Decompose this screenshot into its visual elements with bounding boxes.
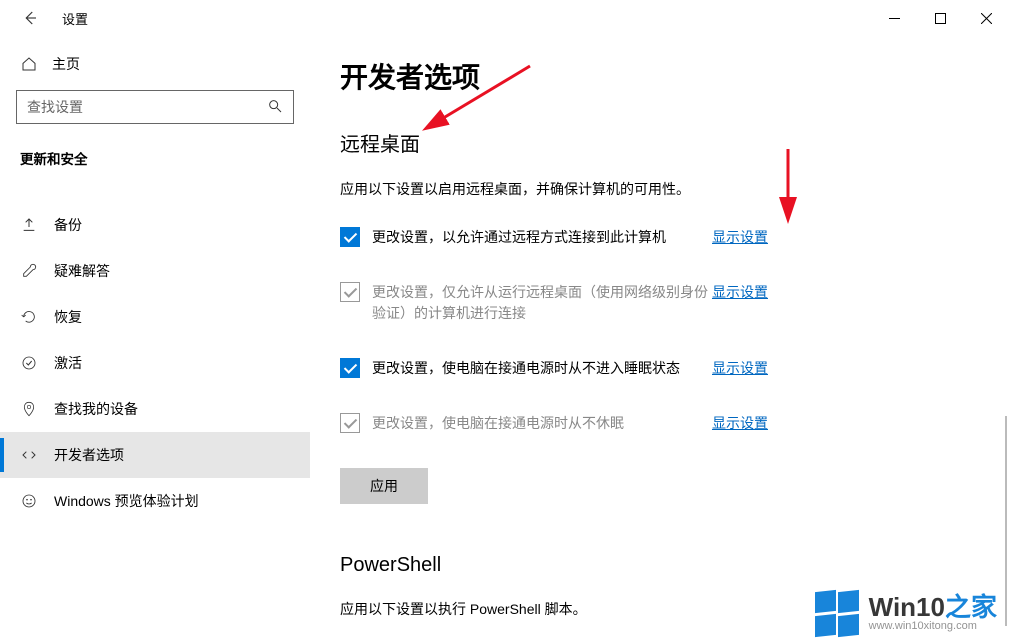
- sidebar-item-label: 激活: [54, 353, 82, 373]
- insider-icon: [20, 492, 38, 510]
- search-input[interactable]: 查找设置: [16, 90, 294, 124]
- findmydevice-icon: [20, 400, 38, 418]
- sidebar-item-label: 疑难解答: [54, 261, 110, 281]
- sidebar-item-label: 开发者选项: [54, 445, 124, 465]
- back-button[interactable]: [10, 0, 50, 36]
- checkbox-no-hibernate: [340, 413, 360, 433]
- main-content: 开发者选项 远程桌面 应用以下设置以启用远程桌面，并确保计算机的可用性。 更改设…: [310, 36, 1009, 641]
- watermark-logo: [815, 591, 859, 635]
- setting-no-sleep: 更改设置，使电脑在接通电源时从不进入睡眠状态 显示设置: [340, 358, 969, 379]
- setting-text: 更改设置，使电脑在接通电源时从不休眠: [372, 413, 712, 434]
- search-icon: [267, 98, 283, 117]
- sidebar-item-label: 备份: [54, 215, 82, 235]
- sidebar-item-label: Windows 预览体验计划: [54, 491, 199, 511]
- watermark-brand: Win10之家: [869, 594, 997, 620]
- setting-no-hibernate: 更改设置，使电脑在接通电源时从不休眠 显示设置: [340, 413, 969, 434]
- sidebar-item-developer[interactable]: 开发者选项: [0, 432, 310, 478]
- setting-text: 更改设置，以允许通过远程方式连接到此计算机: [372, 227, 712, 248]
- show-settings-link[interactable]: 显示设置: [712, 282, 768, 302]
- minimize-button[interactable]: [871, 0, 917, 36]
- backup-icon: [20, 216, 38, 234]
- sidebar-item-activation[interactable]: 激活: [0, 340, 310, 386]
- setting-text: 更改设置，仅允许从运行远程桌面（使用网络级别身份验证）的计算机进行连接: [372, 282, 712, 324]
- developer-icon: [20, 446, 38, 464]
- sidebar-item-recovery[interactable]: 恢复: [0, 294, 310, 340]
- sidebar-item-label: 查找我的设备: [54, 399, 138, 419]
- sidebar-item-backup[interactable]: 备份: [0, 202, 310, 248]
- home-icon: [20, 56, 38, 72]
- sidebar-item-troubleshoot[interactable]: 疑难解答: [0, 248, 310, 294]
- sidebar-item-security[interactable]: Windows 安全中心: [0, 178, 310, 202]
- setting-allow-remote: 更改设置，以允许通过远程方式连接到此计算机 显示设置: [340, 227, 969, 248]
- show-settings-link[interactable]: 显示设置: [712, 227, 768, 247]
- sidebar-item-label: 恢复: [54, 307, 82, 327]
- setting-text: 更改设置，使电脑在接通电源时从不进入睡眠状态: [372, 358, 712, 379]
- window-title: 设置: [62, 9, 88, 28]
- powershell-heading: PowerShell: [340, 554, 969, 577]
- checkbox-nla-only: [340, 282, 360, 302]
- remote-desktop-heading: 远程桌面: [340, 128, 969, 157]
- show-settings-link[interactable]: 显示设置: [712, 413, 768, 433]
- watermark-url: www.win10xitong.com: [869, 620, 997, 632]
- shield-icon: [20, 178, 38, 196]
- apply-button[interactable]: 应用: [340, 468, 428, 504]
- sidebar-section-label: 更新和安全: [0, 134, 310, 178]
- sidebar-item-findmydevice[interactable]: 查找我的设备: [0, 386, 310, 432]
- scrollbar[interactable]: [1005, 416, 1007, 626]
- recovery-icon: [20, 308, 38, 326]
- remote-desktop-desc: 应用以下设置以启用远程桌面，并确保计算机的可用性。: [340, 179, 969, 199]
- activation-icon: [20, 354, 38, 372]
- close-button[interactable]: [963, 0, 1009, 36]
- sidebar-item-insider[interactable]: Windows 预览体验计划: [0, 478, 310, 524]
- search-placeholder: 查找设置: [27, 97, 83, 117]
- troubleshoot-icon: [20, 262, 38, 280]
- checkbox-no-sleep[interactable]: [340, 358, 360, 378]
- sidebar: 主页 查找设置 更新和安全 Windows 安全中心 备份 疑难解答: [0, 36, 310, 641]
- setting-nla-only: 更改设置，仅允许从运行远程桌面（使用网络级别身份验证）的计算机进行连接 显示设置: [340, 282, 969, 324]
- sidebar-home-label: 主页: [52, 54, 80, 74]
- page-title: 开发者选项: [340, 56, 969, 96]
- maximize-button[interactable]: [917, 0, 963, 36]
- watermark: Win10之家 www.win10xitong.com: [815, 591, 997, 635]
- checkbox-allow-remote[interactable]: [340, 227, 360, 247]
- show-settings-link[interactable]: 显示设置: [712, 358, 768, 378]
- sidebar-item-home[interactable]: 主页: [0, 48, 310, 80]
